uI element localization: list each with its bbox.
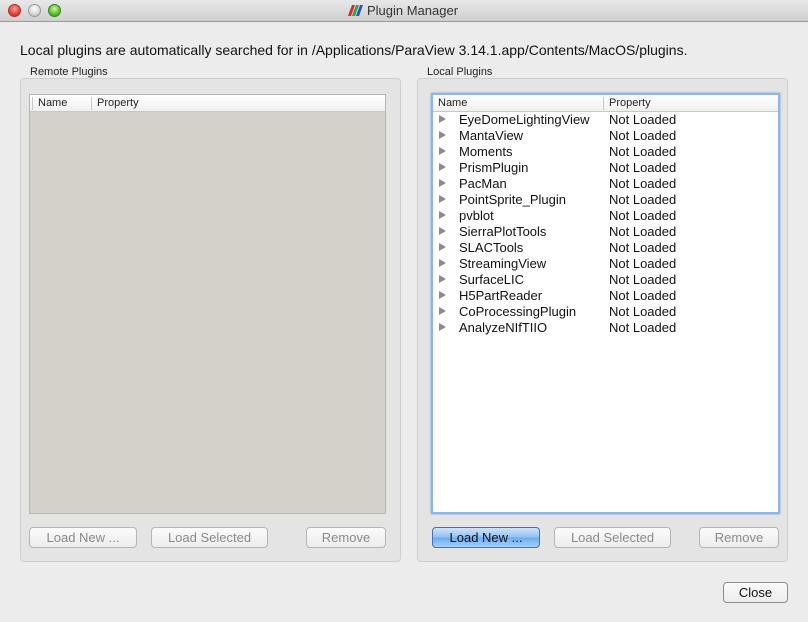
plugin-row[interactable]: AnalyzeNIfTIIO Not Loaded: [433, 320, 778, 336]
expand-arrow-icon[interactable]: [439, 179, 446, 187]
plugin-row[interactable]: SLACTools Not Loaded: [433, 240, 778, 256]
expand-arrow-icon[interactable]: [439, 243, 446, 251]
remote-plugins-tree[interactable]: Name Property: [29, 94, 386, 514]
plugin-row[interactable]: SierraPlotTools Not Loaded: [433, 224, 778, 240]
plugin-property: Not Loaded: [609, 240, 677, 255]
remote-remove-button[interactable]: Remove: [306, 527, 386, 548]
expand-arrow-icon[interactable]: [439, 147, 446, 155]
local-tree-header: Name Property: [433, 95, 778, 112]
plugin-row[interactable]: H5PartReader Not Loaded: [433, 288, 778, 304]
expand-arrow-icon[interactable]: [439, 323, 446, 331]
plugin-name: EyeDomeLightingView: [459, 112, 590, 127]
plugin-name: StreamingView: [459, 256, 547, 271]
plugin-row[interactable]: PacMan Not Loaded: [433, 176, 778, 192]
plugin-row[interactable]: Moments Not Loaded: [433, 144, 778, 160]
plugin-name: MantaView: [459, 128, 524, 143]
paraview-logo-icon: [347, 4, 363, 19]
plugin-name: SLACTools: [459, 240, 524, 255]
expand-arrow-icon[interactable]: [439, 211, 446, 219]
local-column-property[interactable]: Property: [603, 97, 651, 110]
window-title-area: Plugin Manager: [0, 3, 808, 19]
expand-arrow-icon[interactable]: [439, 163, 446, 171]
plugin-name: PrismPlugin: [459, 160, 529, 175]
expand-arrow-icon[interactable]: [439, 307, 446, 315]
plugin-row[interactable]: PrismPlugin Not Loaded: [433, 160, 778, 176]
local-load-selected-button[interactable]: Load Selected: [554, 527, 671, 548]
plugin-property: Not Loaded: [609, 176, 677, 191]
local-plugins-label: Local Plugins: [427, 66, 493, 78]
plugin-name: AnalyzeNIfTIIO: [459, 320, 548, 335]
expand-arrow-icon[interactable]: [439, 275, 446, 283]
plugin-row[interactable]: StreamingView Not Loaded: [433, 256, 778, 272]
plugin-name: SierraPlotTools: [459, 224, 547, 239]
plugin-row[interactable]: SurfaceLIC Not Loaded: [433, 272, 778, 288]
plugin-name: SurfaceLIC: [459, 272, 525, 287]
plugin-property: Not Loaded: [609, 144, 677, 159]
plugin-name: pvblot: [459, 208, 494, 223]
local-load-new-button[interactable]: Load New ...: [432, 527, 540, 548]
plugin-property: Not Loaded: [609, 320, 677, 335]
remote-load-selected-button[interactable]: Load Selected: [151, 527, 268, 548]
plugin-row[interactable]: pvblot Not Loaded: [433, 208, 778, 224]
plugin-property: Not Loaded: [609, 224, 677, 239]
info-text: Local plugins are automatically searched…: [20, 42, 688, 58]
plugin-name: CoProcessingPlugin: [459, 304, 577, 319]
plugin-property: Not Loaded: [609, 288, 677, 303]
local-column-name[interactable]: Name: [433, 97, 467, 110]
expand-arrow-icon[interactable]: [439, 115, 446, 123]
local-remove-button[interactable]: Remove: [699, 527, 779, 548]
plugin-name: PointSprite_Plugin: [459, 192, 566, 207]
plugin-property: Not Loaded: [609, 128, 677, 143]
remote-plugins-label: Remote Plugins: [30, 66, 108, 78]
remote-column-property[interactable]: Property: [91, 97, 139, 110]
local-plugins-tree[interactable]: Name Property EyeDomeLightingView Not Loa…: [431, 93, 780, 514]
plugin-name: H5PartReader: [459, 288, 543, 303]
title-bar: Plugin Manager: [0, 0, 808, 22]
plugin-property: Not Loaded: [609, 112, 677, 127]
window-title: Plugin Manager: [366, 3, 459, 18]
expand-arrow-icon[interactable]: [439, 131, 446, 139]
plugin-property: Not Loaded: [609, 160, 677, 175]
plugin-property: Not Loaded: [609, 192, 677, 207]
plugin-row[interactable]: MantaView Not Loaded: [433, 128, 778, 144]
plugin-property: Not Loaded: [609, 272, 677, 287]
plugin-property: Not Loaded: [609, 208, 677, 223]
plugin-row[interactable]: CoProcessingPlugin Not Loaded: [433, 304, 778, 320]
expand-arrow-icon[interactable]: [439, 259, 446, 267]
plugin-row[interactable]: PointSprite_Plugin Not Loaded: [433, 192, 778, 208]
close-button[interactable]: Close: [723, 582, 788, 603]
expand-arrow-icon[interactable]: [439, 195, 446, 203]
plugin-property: Not Loaded: [609, 256, 677, 271]
expand-arrow-icon[interactable]: [439, 291, 446, 299]
remote-column-name[interactable]: Name: [32, 97, 67, 110]
expand-arrow-icon[interactable]: [439, 227, 446, 235]
plugin-name: PacMan: [459, 176, 507, 191]
local-plugin-list: EyeDomeLightingView Not Loaded MantaView No…: [433, 112, 778, 336]
remote-load-new-button[interactable]: Load New ...: [29, 527, 137, 548]
plugin-name: Moments: [459, 144, 513, 159]
plugin-row[interactable]: EyeDomeLightingView Not Loaded: [433, 112, 778, 128]
remote-tree-header: Name Property: [30, 95, 385, 112]
plugin-property: Not Loaded: [609, 304, 677, 319]
